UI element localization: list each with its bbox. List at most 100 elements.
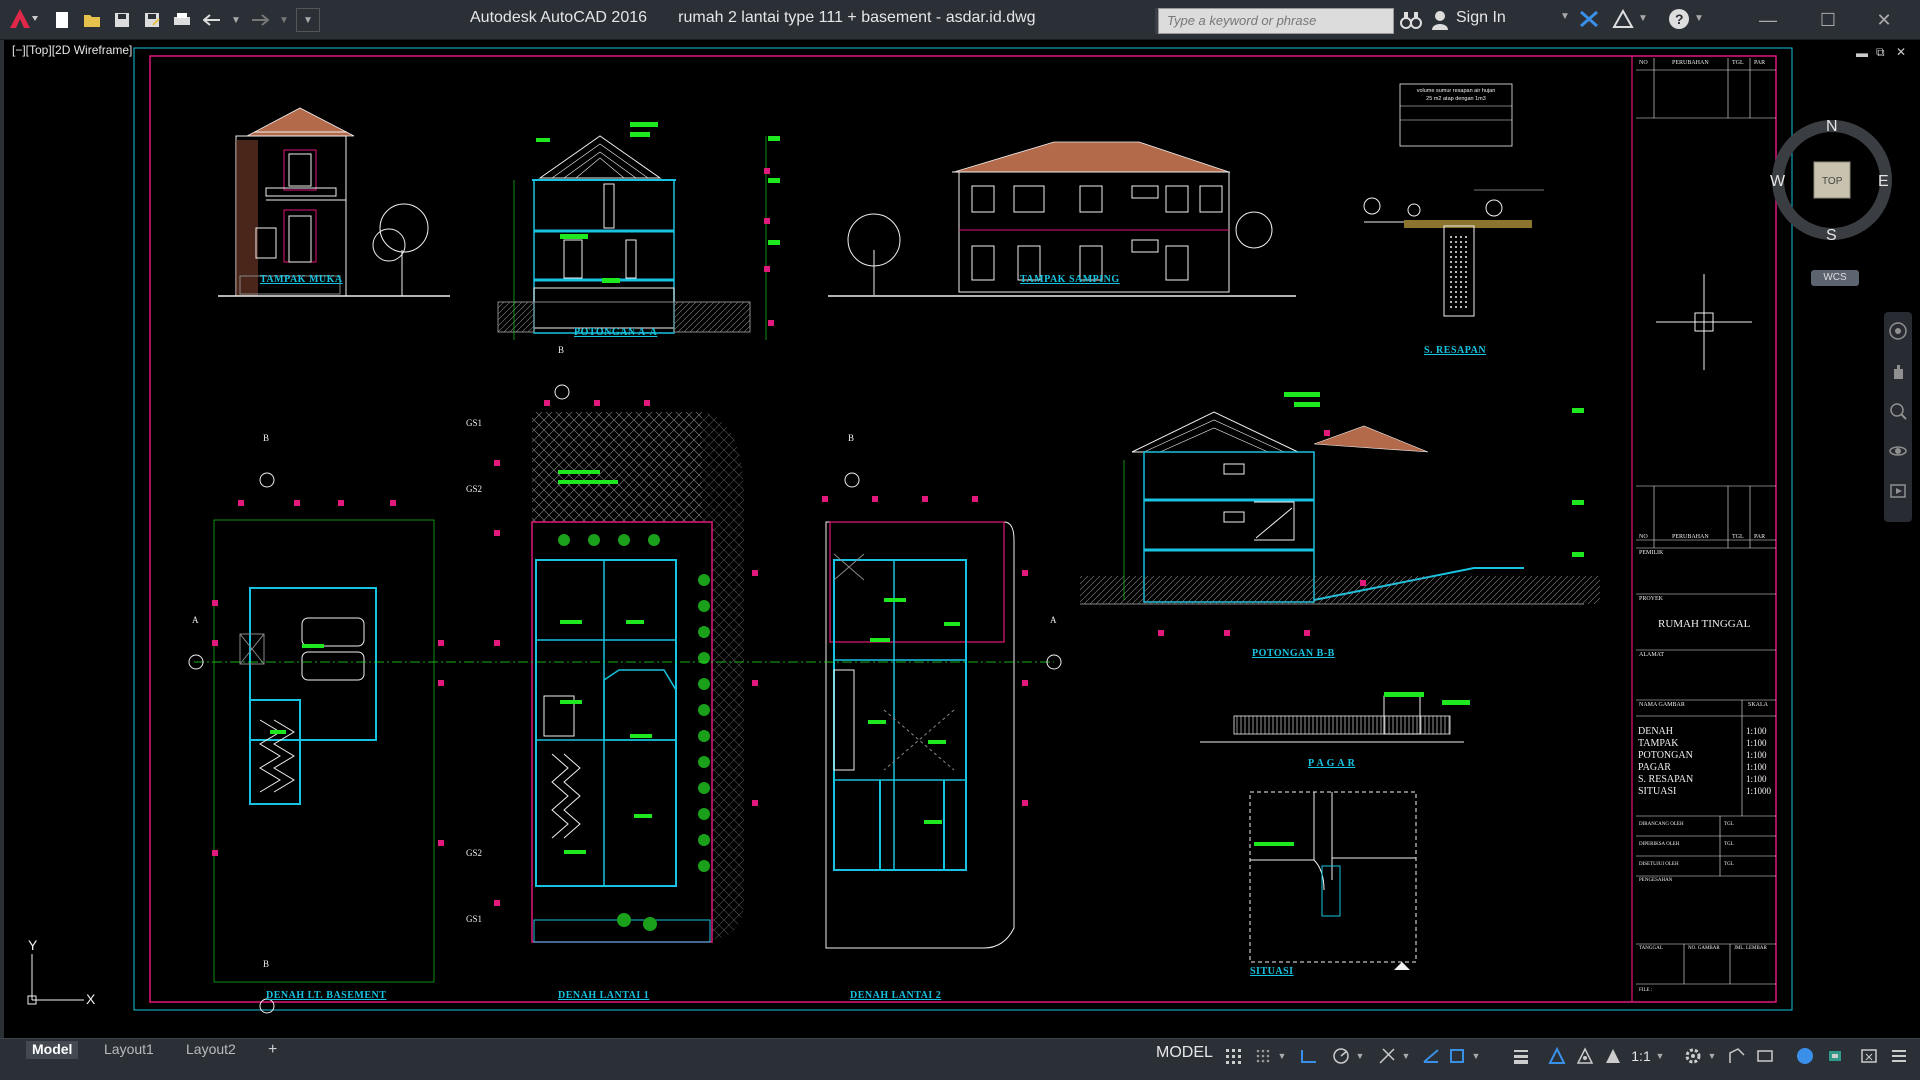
- customize-toolbar-icon[interactable]: ▼: [296, 8, 320, 32]
- osnap-dropdown-icon[interactable]: ▼: [1470, 1044, 1482, 1068]
- site-plan: [1249, 791, 1417, 970]
- add-layout-button[interactable]: +: [262, 1041, 283, 1059]
- maximize-button[interactable]: ☐: [1808, 6, 1848, 34]
- document-name: rumah 2 lantai type 111 + basement - asd…: [678, 9, 1036, 26]
- object-snap-tracking-icon[interactable]: [1418, 1044, 1444, 1068]
- undo-dropdown-icon[interactable]: ▼: [224, 8, 248, 32]
- scale-dropdown-icon[interactable]: ▼: [1654, 1044, 1666, 1068]
- compass-west: W: [1770, 173, 1786, 190]
- annotation-visibility-icon[interactable]: [1544, 1044, 1570, 1068]
- sheet-scale: 1:1000: [1746, 786, 1772, 796]
- tb-no-gambar: NO. GAMBAR: [1688, 946, 1720, 951]
- isolate-objects-icon[interactable]: [1792, 1044, 1818, 1068]
- orbit-icon[interactable]: [1889, 442, 1907, 465]
- hardware-acceleration-icon[interactable]: [1822, 1044, 1848, 1068]
- isodraft-dropdown-icon[interactable]: ▼: [1400, 1044, 1412, 1068]
- tb-skala: SKALA: [1748, 702, 1769, 708]
- tb-jml-lembar: JML. LEMBAR: [1734, 946, 1767, 951]
- basement-plan: [213, 519, 435, 983]
- tb-nama-gambar: NAMA GAMBAR: [1639, 702, 1685, 708]
- label-situasi: SITUASI: [1250, 966, 1294, 977]
- exchange-icon[interactable]: [1578, 9, 1600, 34]
- object-snap-icon[interactable]: [1444, 1044, 1470, 1068]
- wcs-menu[interactable]: WCS: [1811, 270, 1859, 286]
- tb-tgl-3: TGL: [1724, 862, 1734, 867]
- front-elevation: [218, 107, 450, 297]
- workspace-dropdown-icon[interactable]: ▼: [1706, 1044, 1718, 1068]
- tb-disetujui: DISETUJUI OLEH: [1639, 862, 1679, 867]
- sheet-row: SITUASI 1:1000: [1638, 786, 1774, 798]
- snap-mode-icon[interactable]: [1250, 1044, 1276, 1068]
- tb-col-tgl: TGL: [1732, 60, 1744, 66]
- save-as-icon[interactable]: [140, 8, 164, 32]
- navigation-bar: [1884, 312, 1912, 522]
- steering-wheel-icon[interactable]: [1889, 322, 1907, 345]
- help-icon[interactable]: ?: [1668, 8, 1690, 35]
- redo-icon[interactable]: [248, 8, 272, 32]
- annotation-scale-value[interactable]: 1:1: [1628, 1044, 1654, 1068]
- infiltration-well: volume sumur resapan air hujan 25 m2 ata…: [1363, 83, 1544, 317]
- viewcube[interactable]: TOP N S E W: [1770, 118, 1894, 244]
- auto-scale-icon[interactable]: [1572, 1044, 1598, 1068]
- sign-in-button[interactable]: Sign In: [1456, 9, 1506, 27]
- drawing-viewport[interactable]: [−][Top][2D Wireframe] ▬ ⧉ ✕ volume sumu…: [0, 40, 1920, 1038]
- sheet-row: TAMPAK 1:100: [1638, 738, 1774, 750]
- clean-screen-icon[interactable]: [1856, 1044, 1882, 1068]
- minimize-button[interactable]: —: [1748, 6, 1788, 34]
- ground-floor-plan: [531, 412, 744, 943]
- tb-pemilik: PEMILIK: [1639, 550, 1664, 556]
- model-space-button[interactable]: MODEL: [1156, 1044, 1213, 1062]
- tb-col-no: NO: [1639, 60, 1648, 66]
- tb-diperiksa: DIPERIKSA OLEH: [1639, 842, 1680, 847]
- user-icon: [1432, 10, 1448, 35]
- open-icon[interactable]: [80, 8, 104, 32]
- tb-file: FILE :: [1639, 988, 1653, 993]
- sheet-row: DENAH 1:100: [1638, 726, 1774, 738]
- drawing-canvas[interactable]: volume sumur resapan air hujan 25 m2 ata…: [4, 40, 1920, 1038]
- lineweight-icon[interactable]: [1508, 1044, 1534, 1068]
- isodraft-icon[interactable]: [1374, 1044, 1400, 1068]
- ortho-mode-icon[interactable]: [1296, 1044, 1322, 1068]
- a360-dropdown-icon[interactable]: ▼: [1638, 13, 1648, 24]
- polar-dropdown-icon[interactable]: ▼: [1354, 1044, 1366, 1068]
- search-input[interactable]: Type a keyword or phrase: [1158, 8, 1394, 34]
- redo-dropdown-icon[interactable]: ▼: [272, 8, 296, 32]
- viewcube-face: TOP: [1822, 176, 1843, 187]
- compass-north: N: [1826, 118, 1838, 135]
- tab-layout2[interactable]: Layout2: [180, 1041, 242, 1059]
- tab-layout1[interactable]: Layout1: [98, 1041, 160, 1059]
- annotation-scale-icon[interactable]: [1600, 1044, 1626, 1068]
- tb-dirancang: DIRANCANG OLEH: [1639, 822, 1684, 827]
- pan-icon[interactable]: [1889, 362, 1907, 385]
- customization-menu-icon[interactable]: [1886, 1044, 1912, 1068]
- bubble-a-right: A: [1050, 615, 1057, 625]
- undo-icon[interactable]: [200, 8, 224, 32]
- units-icon[interactable]: [1752, 1044, 1778, 1068]
- snap-dropdown-icon[interactable]: ▼: [1276, 1044, 1288, 1068]
- new-icon[interactable]: [50, 8, 74, 32]
- bubble-b-basement: B: [263, 433, 270, 443]
- tb-col2-no: NO: [1639, 534, 1648, 540]
- ucs-icon: [27, 954, 84, 1005]
- tb-tgl-1: TGL: [1724, 822, 1734, 827]
- tab-model[interactable]: Model: [26, 1041, 79, 1059]
- close-button[interactable]: ✕: [1864, 6, 1904, 34]
- tb-proyek-label: PROYEK: [1639, 596, 1664, 602]
- grid-display-icon[interactable]: [1220, 1044, 1246, 1068]
- sheet-scale: 1:100: [1746, 738, 1767, 748]
- zoom-extents-icon[interactable]: [1889, 402, 1907, 425]
- help-dropdown-icon[interactable]: ▼: [1694, 13, 1704, 24]
- polar-tracking-icon[interactable]: [1328, 1044, 1354, 1068]
- a360-icon[interactable]: [1612, 8, 1634, 34]
- window-title: Autodesk AutoCAD 2016 rumah 2 lantai typ…: [470, 9, 1036, 27]
- annotation-monitor-icon[interactable]: [1724, 1044, 1750, 1068]
- autocad-logo-icon[interactable]: [6, 6, 40, 32]
- workspace-gear-icon[interactable]: [1680, 1044, 1706, 1068]
- save-icon[interactable]: [110, 8, 134, 32]
- ucs-x-label: X: [86, 991, 96, 1007]
- sign-in-dropdown-icon[interactable]: ▼: [1560, 11, 1570, 22]
- plot-icon[interactable]: [170, 8, 194, 32]
- binoculars-icon[interactable]: [1400, 10, 1422, 35]
- sheet-name: SITUASI: [1638, 786, 1677, 797]
- showmotion-icon[interactable]: [1889, 482, 1907, 505]
